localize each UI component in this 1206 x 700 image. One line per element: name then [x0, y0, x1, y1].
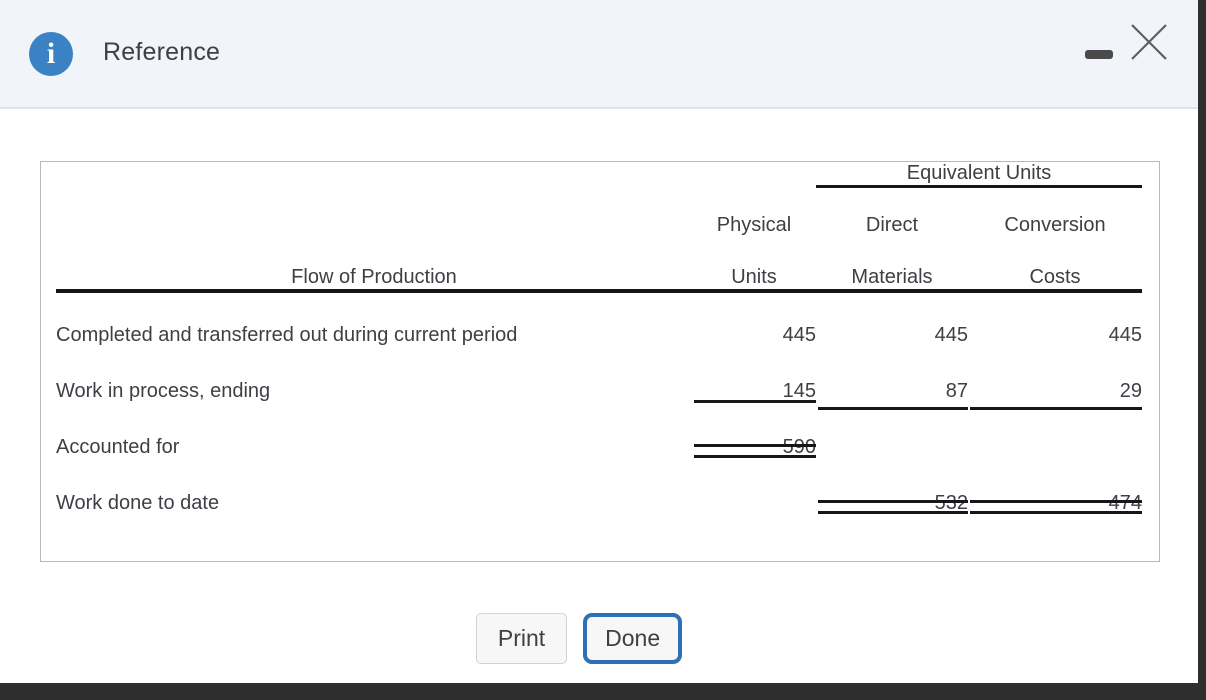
column-header-direct-line1: Direct [865, 213, 919, 236]
equivalent-units-table: Equivalent Units Physical Direct Convers… [56, 162, 1142, 515]
print-button[interactable]: Print [475, 613, 568, 664]
row-label: Work done to date [56, 491, 220, 514]
cell-conversion-costs: 445 [1108, 323, 1142, 346]
close-icon [1131, 24, 1167, 60]
header-blank [56, 187, 692, 237]
cell-physical-units [692, 459, 816, 515]
dialog-body: Equivalent Units Physical Direct Convers… [0, 109, 1198, 681]
row-label: Accounted for [56, 435, 180, 458]
table-group-header-row: Equivalent Units [56, 162, 1142, 188]
cell-conversion-costs [968, 403, 1142, 459]
table-header-row-line1: Physical Direct Conversion [56, 187, 1142, 237]
done-button[interactable]: Done [583, 613, 683, 664]
table-row: Accounted for 590 [56, 403, 1142, 459]
minimize-button[interactable] [1082, 36, 1120, 74]
info-circle-icon: i [29, 32, 73, 76]
cell-conversion-costs: 474 [968, 459, 1142, 515]
cell-direct-materials [816, 403, 968, 459]
column-header-conversion-line2: Costs [1029, 265, 1081, 288]
column-header-direct-line2: Materials [851, 265, 933, 288]
cell-direct-materials: 532 [816, 459, 968, 515]
table-header-row-line2: Flow of Production Units Materials Costs [56, 237, 1142, 289]
close-button[interactable] [1126, 19, 1172, 65]
row-label: Work in process, ending [56, 379, 271, 402]
column-header-conversion-line1: Conversion [1004, 213, 1106, 236]
group-header-spacer-units [692, 162, 816, 187]
group-header-equivalent-units: Equivalent Units [816, 162, 1142, 188]
reference-dialog: i Reference Equivalent Units Physical Di… [0, 0, 1198, 683]
cell-physical-units: 590 [692, 403, 816, 459]
cell-physical-units: 145 [692, 347, 816, 403]
production-report-box: Equivalent Units Physical Direct Convers… [40, 161, 1160, 562]
column-header-flow-of-production: Flow of Production [291, 265, 457, 288]
column-header-physical-line1: Physical [716, 213, 792, 236]
cell-direct-materials: 445 [934, 323, 968, 346]
cell-direct-materials: 87 [945, 379, 968, 402]
column-header-physical-line2: Units [731, 265, 777, 288]
group-header-spacer [56, 162, 692, 187]
dialog-header: i Reference [0, 0, 1198, 109]
row-label: Completed and transferred out during cur… [56, 323, 518, 346]
button-row: Print Done [0, 596, 1198, 681]
cell-conversion-costs: 29 [1119, 379, 1142, 402]
table-row: Work done to date 532 474 [56, 459, 1142, 515]
minimize-icon [1085, 50, 1113, 59]
dialog-footer: Print Done [0, 596, 1198, 681]
page-title: Reference [103, 38, 221, 66]
cell-physical-units: 445 [782, 323, 816, 346]
table-row: Completed and transferred out during cur… [56, 291, 1142, 347]
table-row: Work in process, ending 145 87 29 [56, 347, 1142, 403]
